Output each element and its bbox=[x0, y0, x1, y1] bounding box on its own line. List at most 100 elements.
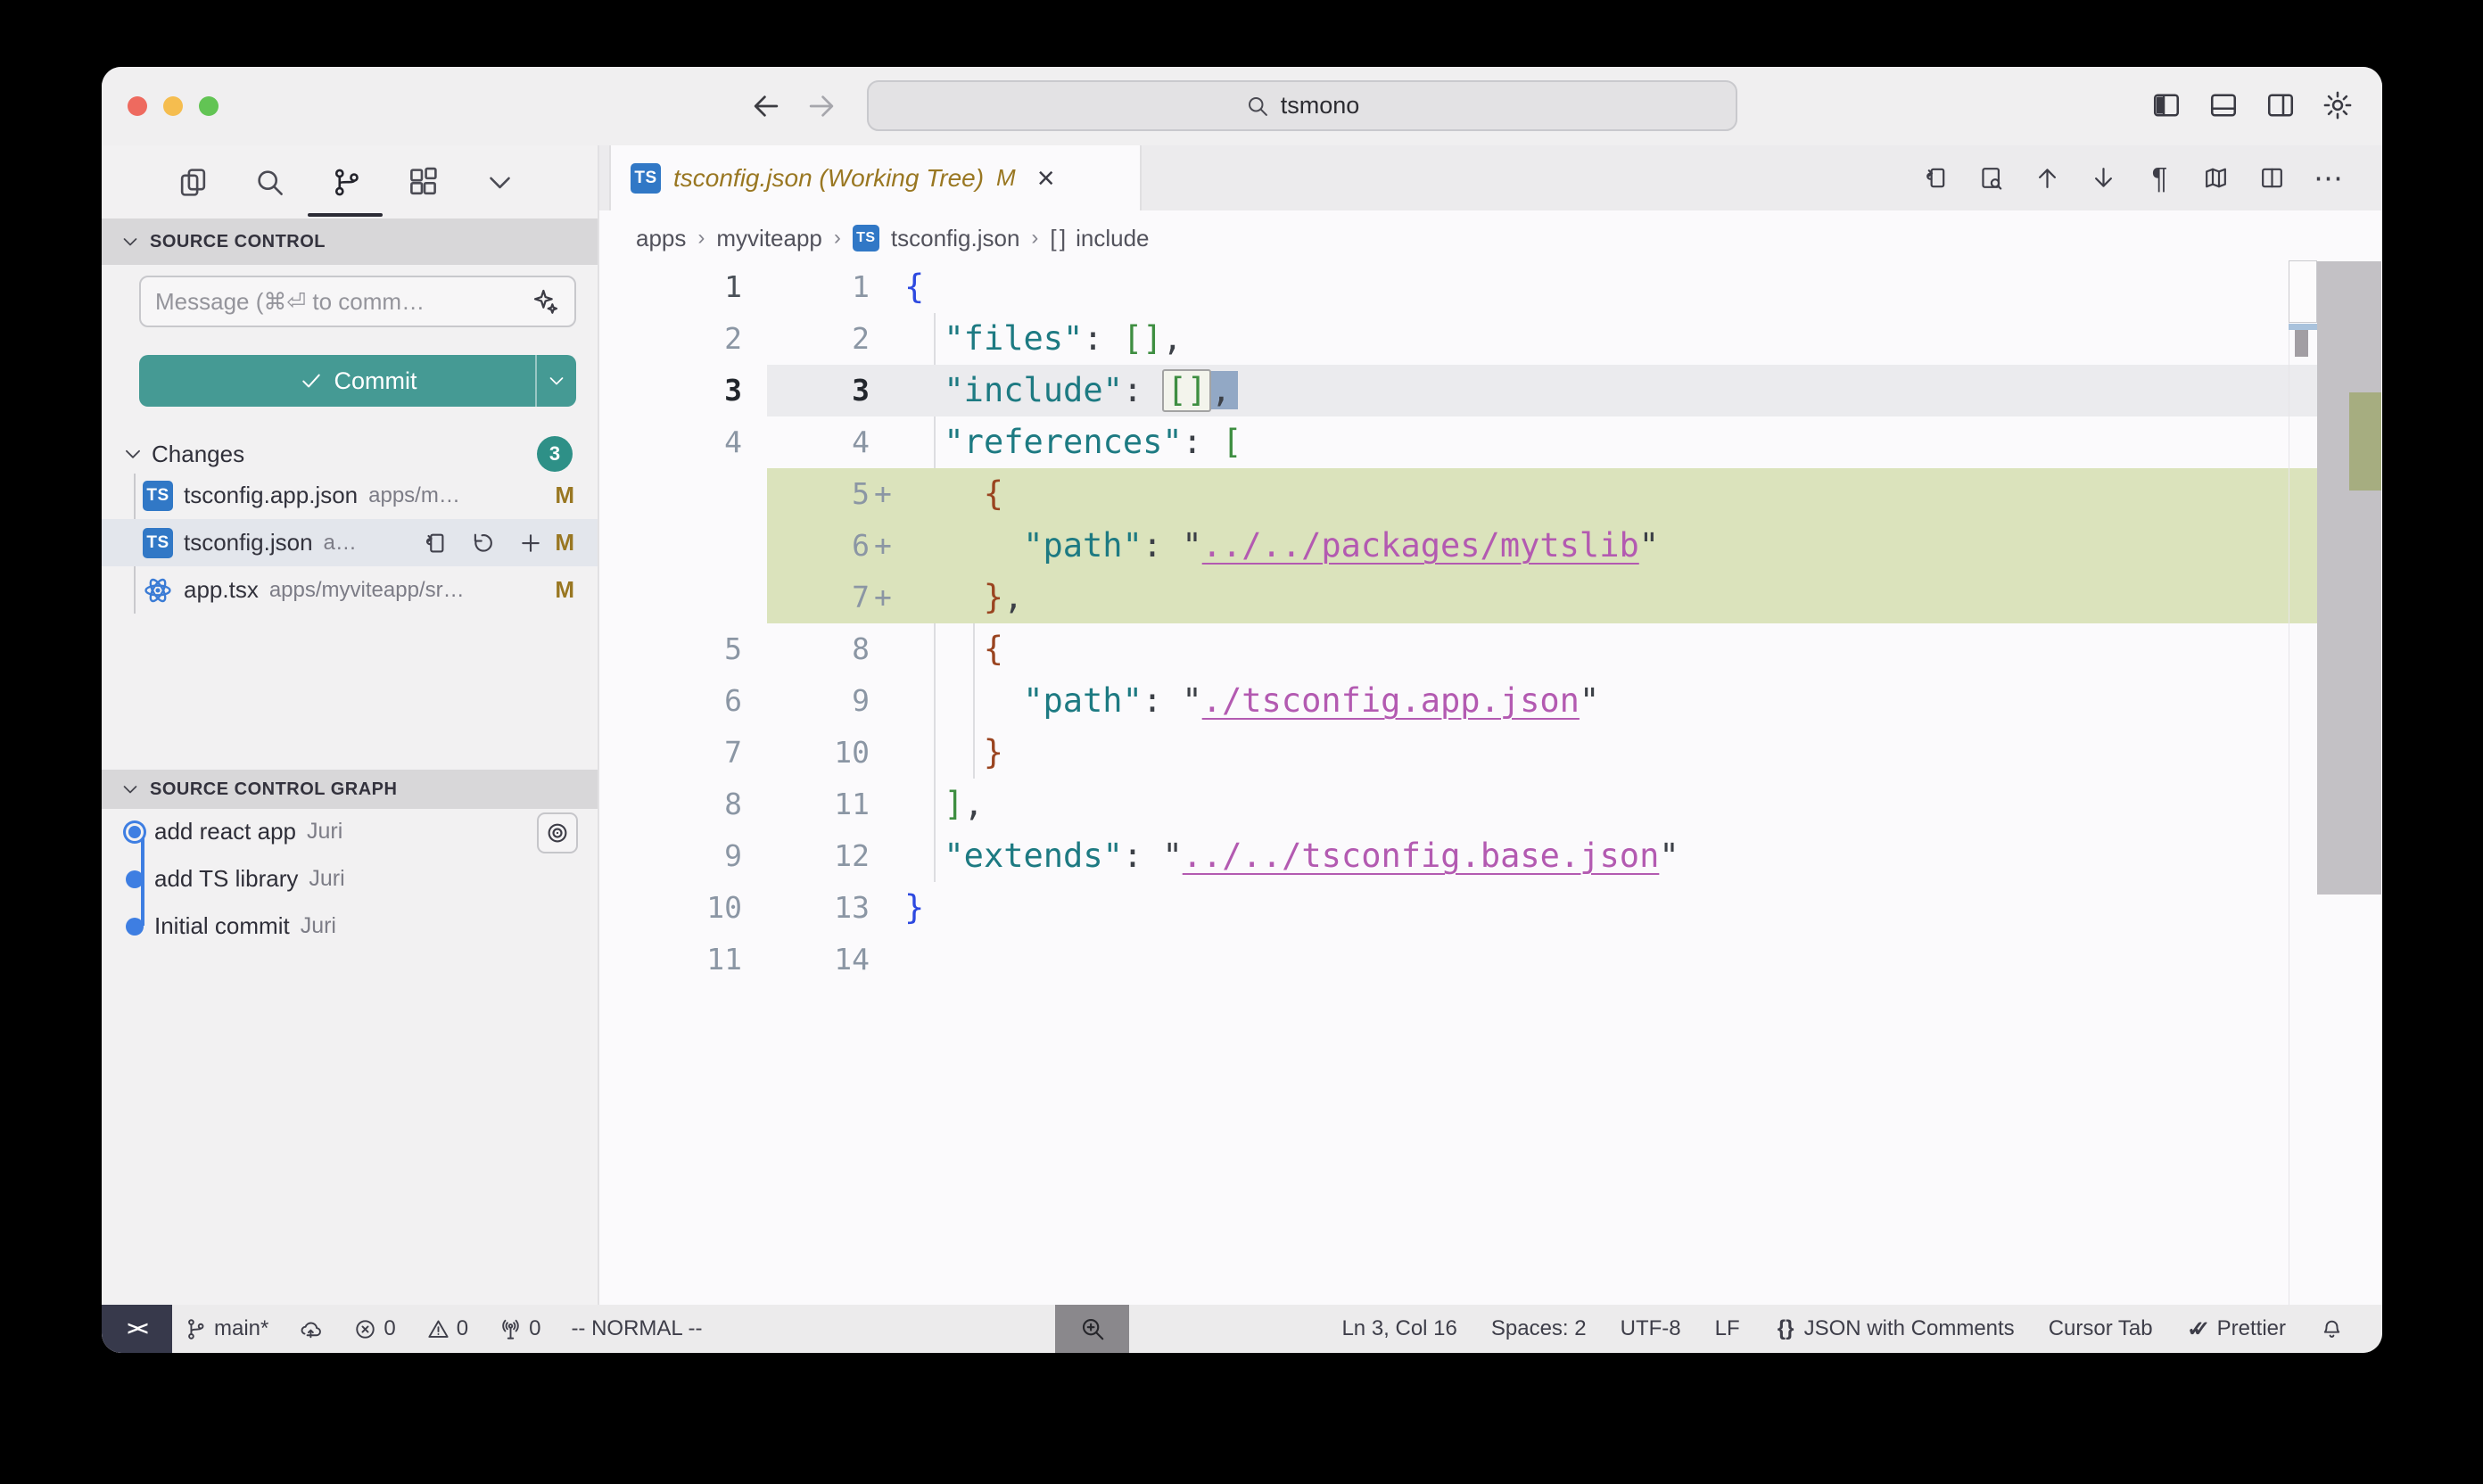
breadcrumb: apps›myviteapp›TStsconfig.json›[ ]includ… bbox=[599, 210, 2382, 266]
code-text: "files": [], bbox=[870, 313, 1183, 365]
source-control-header[interactable]: SOURCE CONTROL bbox=[102, 218, 598, 265]
open-changes-button[interactable] bbox=[1921, 164, 1949, 192]
code-text: { bbox=[870, 261, 924, 313]
commit-author: Juri bbox=[307, 819, 342, 845]
activity-source-control-button[interactable] bbox=[330, 166, 363, 199]
code-line-2[interactable]: 22"files": [], bbox=[599, 313, 2382, 365]
commit-message-input[interactable]: Message (⌘⏎ to comm… bbox=[139, 276, 576, 327]
split-editor-button[interactable] bbox=[2258, 164, 2286, 192]
changes-section-header[interactable]: Changes 3 bbox=[102, 433, 598, 475]
target-icon bbox=[544, 820, 571, 846]
active-view-indicator bbox=[308, 213, 383, 217]
code-line-6[interactable]: 6+"path": "../../packages/mytslib" bbox=[599, 520, 2382, 572]
sparkle-icon[interactable] bbox=[532, 287, 560, 316]
changed-file-app.tsx[interactable]: app.tsxapps/myviteapp/sr…M bbox=[102, 566, 598, 614]
commit-button[interactable]: Commit bbox=[139, 355, 576, 407]
commit-dropdown-button[interactable] bbox=[535, 355, 576, 407]
code-line-3[interactable]: 33"include": [], bbox=[599, 365, 2382, 416]
zoom-window-button[interactable] bbox=[199, 96, 219, 116]
status-item-lf[interactable]: LF bbox=[1715, 1316, 1740, 1341]
code-line-11[interactable]: 811], bbox=[599, 779, 2382, 830]
status-item-main-[interactable]: main* bbox=[184, 1316, 268, 1341]
breadcrumb-item-include[interactable]: include bbox=[1076, 225, 1149, 252]
bell-icon bbox=[2320, 1317, 2344, 1341]
new-line-number: 8 bbox=[742, 623, 870, 675]
arrow-down-button[interactable] bbox=[2090, 164, 2117, 192]
goto-current-commit-button[interactable] bbox=[537, 812, 578, 853]
changed-file-tsconfig.json[interactable]: TStsconfig.jsona…M bbox=[102, 519, 598, 566]
changes-label: Changes bbox=[152, 441, 244, 468]
code-line-8[interactable]: 58{ bbox=[599, 623, 2382, 675]
tab-tsconfig-working-tree[interactable]: TS tsconfig.json (Working Tree) M × bbox=[609, 145, 1142, 210]
status-item--normal-[interactable]: -- NORMAL -- bbox=[571, 1316, 702, 1341]
status-item-0[interactable]: 0 bbox=[353, 1316, 395, 1341]
code-line-5[interactable]: 5+{ bbox=[599, 468, 2382, 520]
open-file-button[interactable] bbox=[421, 530, 448, 556]
layout-sidebar-left-button[interactable] bbox=[2150, 89, 2182, 121]
new-line-number: 5+ bbox=[742, 468, 870, 520]
status-item-spaces-2[interactable]: Spaces: 2 bbox=[1491, 1316, 1587, 1341]
commit-dot-icon bbox=[126, 870, 144, 888]
activity-search-button[interactable] bbox=[253, 166, 286, 199]
layout-panel-button[interactable] bbox=[2207, 89, 2240, 121]
code-editor[interactable]: 11{22"files": [],33"include": [],44"refe… bbox=[599, 261, 2382, 1305]
map-button[interactable] bbox=[2202, 164, 2230, 192]
array-symbol-icon: [ ] bbox=[1050, 225, 1064, 252]
commit-add-react-app[interactable]: add react appJuri bbox=[102, 808, 598, 855]
settings-gear-button[interactable] bbox=[2322, 89, 2354, 121]
activity-files-button[interactable] bbox=[177, 166, 210, 199]
status-item-prettier[interactable]: ✓✓Prettier bbox=[2187, 1316, 2286, 1341]
code-text: } bbox=[870, 727, 1003, 779]
breadcrumb-item-tsconfig.json[interactable]: tsconfig.json bbox=[891, 225, 1020, 252]
code-line-12[interactable]: 912"extends": "../../tsconfig.base.json" bbox=[599, 830, 2382, 882]
zoom-indicator[interactable] bbox=[1055, 1305, 1129, 1353]
command-center[interactable]: tsmono bbox=[867, 80, 1737, 131]
breadcrumb-item-apps[interactable]: apps bbox=[636, 225, 686, 252]
status-item-cloud-upload[interactable] bbox=[299, 1317, 323, 1341]
status-item-bell[interactable] bbox=[2320, 1317, 2344, 1341]
status-item-json-with-comments[interactable]: {}JSON with Comments bbox=[1774, 1316, 2015, 1341]
breadcrumb-item-myviteapp[interactable]: myviteapp bbox=[716, 225, 822, 252]
close-window-button[interactable] bbox=[128, 96, 147, 116]
activity-extensions-button[interactable] bbox=[407, 166, 440, 199]
status-item-utf-8[interactable]: UTF-8 bbox=[1621, 1316, 1681, 1341]
commit-add-TS-library[interactable]: add TS libraryJuri bbox=[102, 855, 598, 903]
tab-bar: TS tsconfig.json (Working Tree) M × ¶ ⋯ bbox=[599, 145, 2382, 210]
more-button[interactable]: ⋯ bbox=[2314, 164, 2342, 192]
chevron-down-icon bbox=[120, 779, 141, 800]
status-item-ln-3-col-16[interactable]: Ln 3, Col 16 bbox=[1341, 1316, 1456, 1341]
scrollbar[interactable] bbox=[2317, 261, 2381, 895]
remote-indicator[interactable]: >< bbox=[102, 1305, 172, 1353]
code-line-9[interactable]: 69"path": "./tsconfig.app.json" bbox=[599, 675, 2382, 727]
code-line-13[interactable]: 1013} bbox=[599, 882, 2382, 934]
titlebar: tsmono bbox=[102, 67, 2382, 145]
activity-chevron-down-button[interactable] bbox=[483, 166, 516, 199]
new-line-number: 13 bbox=[742, 882, 870, 934]
cursor-position-marker bbox=[2289, 324, 2319, 330]
back-button[interactable] bbox=[749, 89, 783, 123]
breadcrumb-separator: › bbox=[1031, 226, 1038, 251]
stage-button[interactable] bbox=[517, 530, 544, 556]
forward-button[interactable] bbox=[804, 89, 838, 123]
close-icon[interactable]: × bbox=[1037, 163, 1055, 194]
tab-title: tsconfig.json (Working Tree) bbox=[673, 164, 984, 193]
commit-message: add TS library bbox=[154, 865, 298, 893]
minimize-window-button[interactable] bbox=[163, 96, 183, 116]
status-item-0[interactable]: 0 bbox=[426, 1316, 468, 1341]
pilcrow-button[interactable]: ¶ bbox=[2146, 164, 2174, 192]
status-item-cursor-tab[interactable]: Cursor Tab bbox=[2049, 1316, 2153, 1341]
layout-sidebar-right-button[interactable] bbox=[2264, 89, 2297, 121]
status-item-0[interactable]: 0 bbox=[499, 1316, 540, 1341]
commit-Initial-commit[interactable]: Initial commitJuri bbox=[102, 903, 598, 950]
file-search-button[interactable] bbox=[1977, 164, 2005, 192]
discard-button[interactable] bbox=[469, 530, 496, 556]
code-line-10[interactable]: 710} bbox=[599, 727, 2382, 779]
source-control-graph-header[interactable]: SOURCE CONTROL GRAPH bbox=[102, 770, 598, 809]
code-line-4[interactable]: 44"references": [ bbox=[599, 416, 2382, 468]
code-line-14[interactable]: 1114 bbox=[599, 934, 2382, 985]
changed-file-tsconfig.app.json[interactable]: TStsconfig.app.jsonapps/m…M bbox=[102, 472, 598, 519]
code-line-7[interactable]: 7+}, bbox=[599, 572, 2382, 623]
arrow-up-button[interactable] bbox=[2033, 164, 2061, 192]
code-line-1[interactable]: 11{ bbox=[599, 261, 2382, 313]
added-lines-marker bbox=[2349, 392, 2381, 491]
